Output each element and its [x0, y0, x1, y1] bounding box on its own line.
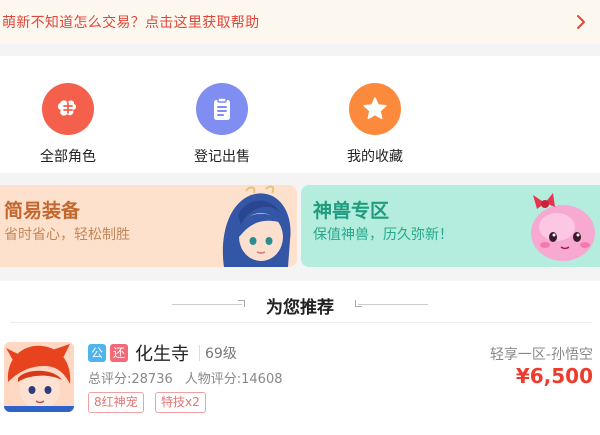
help-bar[interactable]: 萌新不知道怎么交易？点击这里获取帮助 [0, 0, 600, 44]
character-avatar [4, 342, 74, 412]
pink-pet-icon [531, 193, 595, 261]
quick-all-roles[interactable]: 全部角色 [8, 83, 128, 166]
character-portrait-icon [222, 185, 291, 267]
quick-all-roles-label: 全部角色 [40, 149, 96, 165]
banner-easy-gear-title: 简易装备 [4, 200, 81, 222]
chip-skills: 特技x2 [155, 392, 206, 413]
quick-register-sale[interactable]: 登记出售 [162, 83, 282, 166]
chevron-right-icon [577, 15, 585, 29]
character-level: 69级 [205, 346, 237, 362]
tag-public: 公 [88, 344, 106, 362]
chip-red-pets: 8红神宠 [88, 392, 144, 413]
level-separator [199, 345, 200, 361]
help-text: 萌新不知道怎么交易？点击这里获取帮助 [2, 15, 260, 31]
quick-favorites-label: 我的收藏 [347, 149, 403, 165]
score-line: 总评分:28736 人物评分:14608 [88, 368, 283, 387]
title-divider-right [358, 304, 428, 305]
character-score: 人物评分:14608 [184, 372, 283, 387]
tag-return: 还 [110, 344, 128, 362]
section-divider [10, 322, 592, 323]
character-school: 化生寺 [135, 344, 189, 365]
quick-register-sale-label: 登记出售 [194, 149, 250, 165]
dream-logo-icon [42, 83, 94, 135]
banner-easy-gear-subtitle: 省时省心，轻松制胜 [4, 227, 130, 243]
recommend-section: 为您推荐 公 还 化生寺 69级 总评分:28736 人物评分:14608 8红神… [0, 281, 600, 435]
banner-pet-zone-subtitle: 保值神兽，历久弥新！ [313, 227, 453, 243]
recommend-title: 为您推荐 [266, 298, 334, 318]
server-name: 轻享一区-孙悟空 [489, 347, 593, 363]
total-score: 总评分:28736 [88, 372, 173, 387]
star-icon [349, 83, 401, 135]
banner-pet-zone[interactable]: 神兽专区 保值神兽，历久弥新！ [301, 185, 600, 267]
banner-easy-gear[interactable]: 简易装备 省时省心，轻松制胜 [0, 185, 297, 267]
listing-price: ¥6,500 [515, 364, 593, 388]
quick-favorites[interactable]: 我的收藏 [315, 83, 435, 166]
quick-actions: 全部角色 登记出售 我的收藏 [0, 56, 600, 173]
clipboard-icon [196, 83, 248, 135]
banner-pet-zone-title: 神兽专区 [313, 200, 390, 222]
